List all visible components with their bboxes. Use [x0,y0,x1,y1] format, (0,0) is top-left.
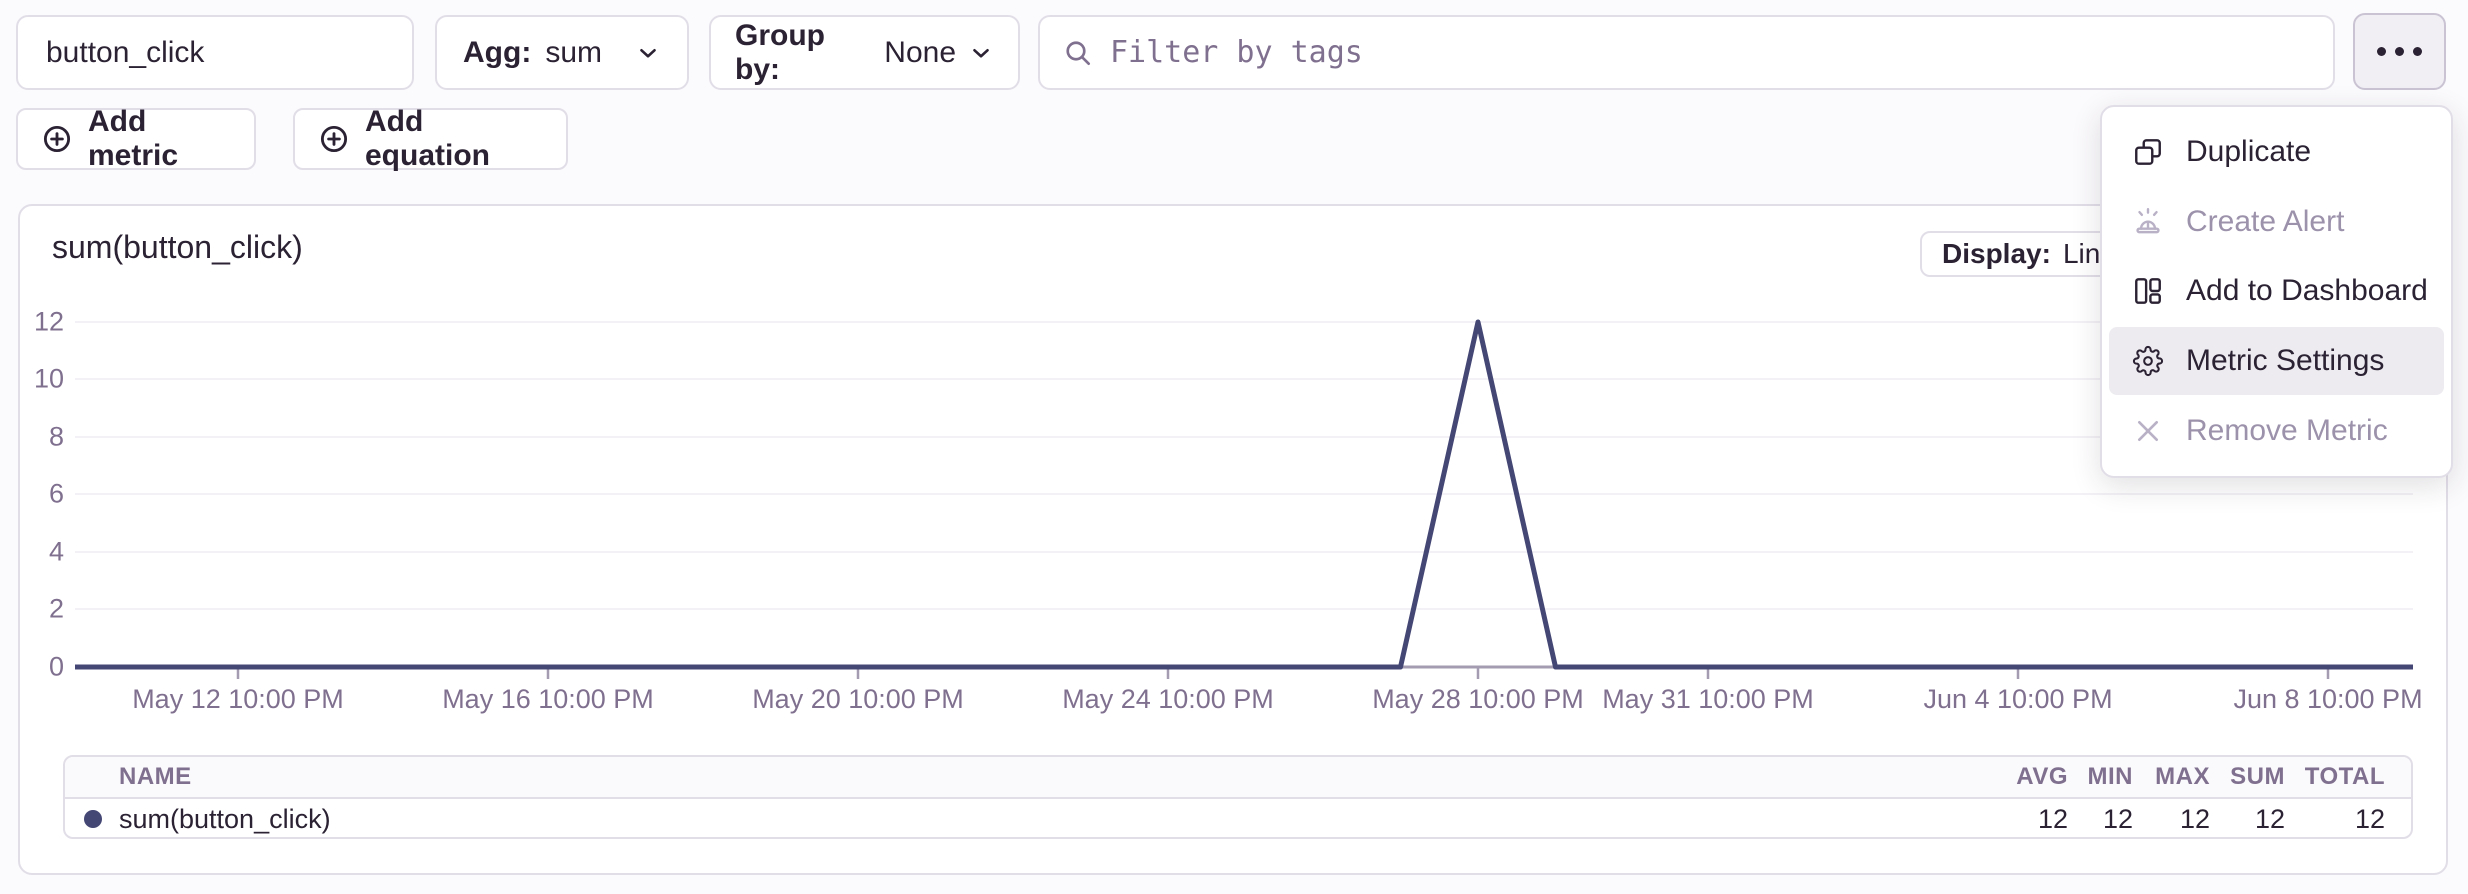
display-label: Display: [1942,238,2051,270]
menu-item-duplicate[interactable]: Duplicate [2109,118,2444,186]
y-axis-label: 12 [8,307,64,338]
x-axis-label: May 20 10:00 PM [728,684,988,715]
y-axis-label: 8 [8,422,64,453]
context-menu: Duplicate Create Alert Add to Dashboard … [2100,105,2453,478]
tag-filter-container [1038,15,2335,90]
aggregation-value: sum [545,36,602,70]
cell-min: 12 [2068,804,2133,835]
menu-item-label: Metric Settings [2186,344,2384,378]
duplicate-icon [2132,136,2164,168]
circle-plus-icon [317,122,351,156]
more-options-button[interactable] [2353,13,2446,90]
column-header-max: MAX [2133,763,2210,791]
summary-table: NAME AVG MIN MAX SUM TOTAL sum(button_cl… [63,755,2413,839]
series-color-dot [84,810,102,828]
y-axis-label: 6 [8,479,64,510]
chevron-down-icon [635,40,661,66]
add-equation-button[interactable]: Add equation [293,108,568,170]
add-equation-label: Add equation [365,105,544,173]
menu-item-add-to-dashboard[interactable]: Add to Dashboard [2109,257,2444,325]
cell-sum: 12 [2210,804,2285,835]
metric-name-input[interactable] [16,15,414,90]
x-axis-label: Jun 8 10:00 PM [2198,684,2458,715]
y-axis-label: 2 [8,594,64,625]
x-axis-label: May 16 10:00 PM [418,684,678,715]
cell-max: 12 [2133,804,2210,835]
table-row[interactable]: sum(button_click) 12 12 12 12 12 [65,799,2411,839]
cell-total: 12 [2285,804,2385,835]
column-header-sum: SUM [2210,763,2285,791]
menu-item-create-alert[interactable]: Create Alert [2109,188,2444,256]
aggregation-dropdown[interactable]: Agg: sum [435,15,689,90]
menu-item-label: Remove Metric [2186,414,2388,448]
aggregation-label: Agg: [463,36,531,70]
menu-item-label: Add to Dashboard [2186,274,2428,308]
y-axis-label: 4 [8,537,64,568]
circle-plus-icon [40,122,74,156]
group-by-value: None [884,36,956,70]
x-axis-label: May 28 10:00 PM [1348,684,1608,715]
gear-icon [2133,346,2164,377]
summary-table-header: NAME AVG MIN MAX SUM TOTAL [65,757,2411,799]
y-axis-label: 0 [8,652,64,683]
menu-item-label: Duplicate [2186,135,2311,169]
group-by-dropdown[interactable]: Group by: None [709,15,1020,90]
siren-icon [2132,206,2164,238]
x-axis-label: May 24 10:00 PM [1038,684,1298,715]
group-by-label: Group by: [735,19,872,87]
menu-item-label: Create Alert [2186,205,2344,239]
ellipsis-icon [2377,47,2386,56]
add-metric-button[interactable]: Add metric [16,108,256,170]
search-icon [1062,37,1094,69]
menu-item-remove-metric[interactable]: Remove Metric [2109,397,2444,465]
cell-avg: 12 [1998,804,2068,835]
dashboard-icon [2132,275,2164,307]
column-header-name: NAME [65,763,1998,791]
add-metric-label: Add metric [88,105,232,173]
x-axis-label: Jun 4 10:00 PM [1888,684,2148,715]
y-axis-label: 10 [8,364,64,395]
tag-filter-input[interactable] [1110,35,2311,70]
chevron-down-icon [968,40,994,66]
chart-title: sum(button_click) [52,229,303,266]
x-axis-label: May 12 10:00 PM [108,684,368,715]
series-name: sum(button_click) [119,804,331,835]
close-icon [2132,415,2164,447]
menu-item-metric-settings[interactable]: Metric Settings [2109,327,2444,395]
x-axis-label: May 31 10:00 PM [1578,684,1838,715]
column-header-min: MIN [2068,763,2133,791]
column-header-total: TOTAL [2285,763,2385,791]
column-header-avg: AVG [1998,763,2068,791]
